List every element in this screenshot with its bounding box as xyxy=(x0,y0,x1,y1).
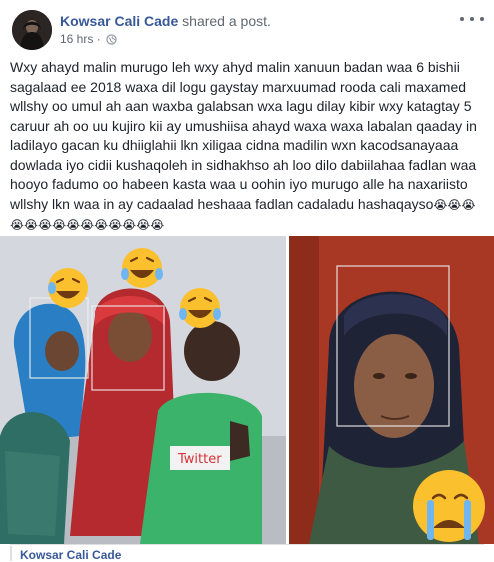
post-body: Wxy ahayd malin murugo leh wxy ahyd mali… xyxy=(10,58,488,236)
photo-children[interactable]: Twitter xyxy=(0,236,286,544)
children-photo-image: Twitter xyxy=(0,236,286,544)
post-body-text: Wxy ahayd malin murugo leh wxy ahyd mali… xyxy=(10,59,477,212)
post-header: Kowsar Cali Cade shared a post. 16 hrs · xyxy=(0,0,494,52)
post-timestamp[interactable]: 16 hrs xyxy=(60,32,93,46)
post-action-text: shared a post. xyxy=(182,13,271,29)
post-meta: 16 hrs · xyxy=(60,31,117,47)
shared-post-author-link[interactable]: Kowsar Cali Cade xyxy=(20,548,121,562)
post-photos: Twitter xyxy=(0,236,494,544)
more-options-button[interactable] xyxy=(460,12,484,26)
author-avatar[interactable] xyxy=(12,10,52,50)
avatar-image xyxy=(12,10,52,50)
laughing-emoji-1 xyxy=(48,268,88,308)
shared-post-divider xyxy=(10,544,484,545)
shared-post-border xyxy=(10,546,12,561)
author-name-link[interactable]: Kowsar Cali Cade xyxy=(60,13,178,29)
photo-woman[interactable] xyxy=(289,236,494,544)
post-title-line: Kowsar Cali Cade shared a post. xyxy=(60,12,271,30)
svg-text:Twitter: Twitter xyxy=(177,452,222,467)
more-options-icon xyxy=(460,17,464,21)
woman-photo-image xyxy=(289,236,494,544)
meta-separator: · xyxy=(96,32,101,46)
crying-emoji-sticker xyxy=(413,470,485,542)
globe-icon[interactable] xyxy=(106,34,117,45)
